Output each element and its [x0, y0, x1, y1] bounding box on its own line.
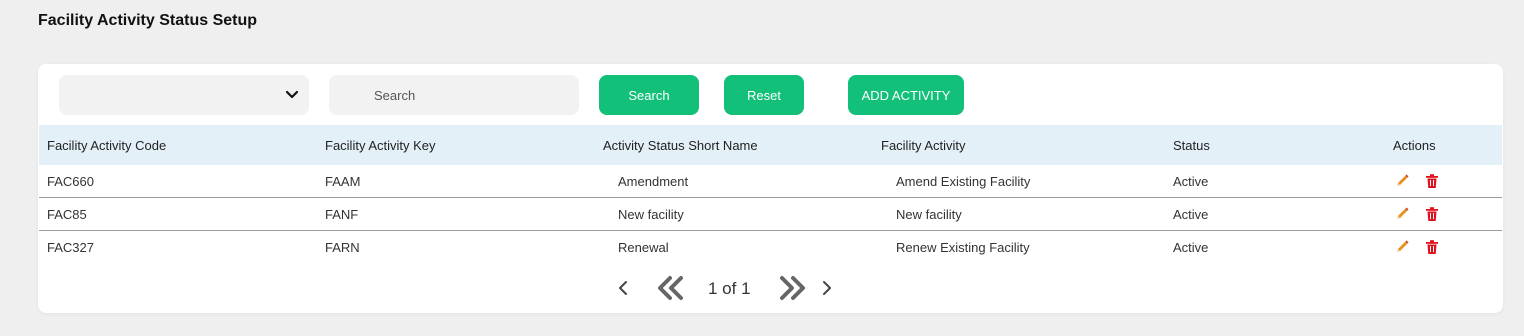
- chevron-down-icon: [285, 90, 299, 99]
- header-facility-activity[interactable]: Facility Activity: [881, 138, 966, 153]
- next-page-icon[interactable]: [820, 278, 834, 298]
- header-facility-activity-code[interactable]: Facility Activity Code: [47, 138, 166, 153]
- cell-short-name: Renewal: [618, 240, 669, 255]
- page-indicator: 1 of 1: [708, 279, 751, 298]
- cell-code: FAC660: [47, 174, 94, 189]
- table-row: FAC85 FANF New facility New facility Act…: [39, 198, 1502, 231]
- header-status[interactable]: Status: [1173, 138, 1210, 153]
- edit-icon[interactable]: [1394, 239, 1410, 255]
- prev-page-icon[interactable]: [616, 278, 630, 298]
- header-facility-activity-key[interactable]: Facility Activity Key: [325, 138, 436, 153]
- cell-short-name: Amendment: [618, 174, 689, 189]
- cell-facility-activity: New facility: [896, 207, 962, 222]
- cell-key: FAAM: [325, 174, 361, 189]
- cell-facility-activity: Renew Existing Facility: [896, 240, 1030, 255]
- cell-status: Active: [1173, 240, 1209, 255]
- delete-icon[interactable]: [1424, 239, 1440, 255]
- cell-status: Active: [1173, 174, 1209, 189]
- edit-icon[interactable]: [1394, 173, 1410, 189]
- search-input[interactable]: [329, 75, 579, 115]
- table-header: Facility Activity Code Facility Activity…: [39, 125, 1502, 165]
- cell-status: Active: [1173, 207, 1209, 222]
- add-activity-button[interactable]: ADD ACTIVITY: [848, 75, 964, 115]
- cell-code: FAC85: [47, 207, 87, 222]
- cell-key: FARN: [325, 240, 360, 255]
- first-page-icon[interactable]: [656, 275, 686, 301]
- content-card: Search Reset ADD ACTIVITY Facility Activ…: [38, 64, 1503, 313]
- cell-short-name: New facility: [618, 207, 684, 222]
- last-page-icon[interactable]: [777, 275, 807, 301]
- page-title: Facility Activity Status Setup: [38, 12, 258, 29]
- header-actions: Actions: [1393, 138, 1436, 153]
- header-activity-status-short-name[interactable]: Activity Status Short Name: [603, 138, 758, 153]
- filter-select[interactable]: [59, 75, 309, 115]
- table-row: FAC660 FAAM Amendment Amend Existing Fac…: [39, 165, 1502, 198]
- delete-icon[interactable]: [1424, 206, 1440, 222]
- cell-facility-activity: Amend Existing Facility: [896, 174, 1031, 189]
- reset-button[interactable]: Reset: [724, 75, 804, 115]
- edit-icon[interactable]: [1394, 206, 1410, 222]
- cell-code: FAC327: [47, 240, 94, 255]
- delete-icon[interactable]: [1424, 173, 1440, 189]
- search-button[interactable]: Search: [599, 75, 699, 115]
- cell-key: FANF: [325, 207, 359, 222]
- table-row: FAC327 FARN Renewal Renew Existing Facil…: [39, 231, 1502, 263]
